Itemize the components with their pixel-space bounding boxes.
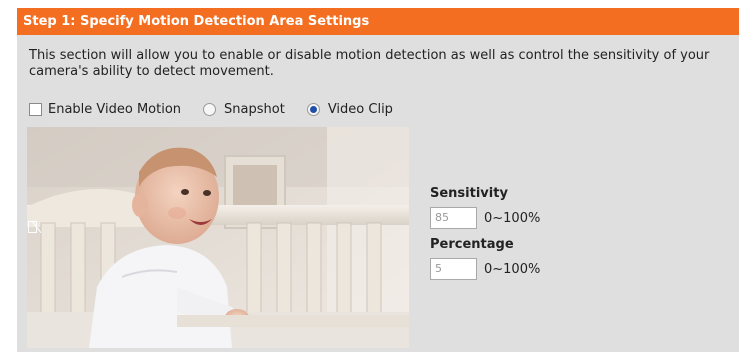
enable-video-motion-checkbox[interactable] <box>29 102 42 116</box>
enable-video-motion-option[interactable]: Enable Video Motion <box>29 102 181 117</box>
sensitivity-range: 0~100% <box>484 210 541 226</box>
snapshot-label: Snapshot <box>224 101 285 117</box>
motion-options: Enable Video Motion Snapshot Video Clip <box>29 100 415 118</box>
sensitivity-label: Sensitivity <box>430 186 508 201</box>
motion-settings: Sensitivity 85 0~100% Percentage 5 0~100… <box>430 186 540 288</box>
video-clip-radio[interactable] <box>306 102 320 116</box>
sensitivity-input[interactable]: 85 <box>430 207 477 229</box>
percentage-row: 5 0~100% <box>430 258 540 280</box>
video-clip-label: Video Clip <box>327 101 393 117</box>
sensitivity-row: 85 0~100% <box>430 207 540 229</box>
motion-detection-panel: Step 1: Specify Motion Detection Area Se… <box>17 8 739 352</box>
motion-detection-area-image[interactable] <box>27 127 409 348</box>
snapshot-radio[interactable] <box>203 102 217 116</box>
percentage-range: 0~100% <box>484 261 541 277</box>
video-clip-option[interactable]: Video Clip <box>306 101 393 117</box>
camera-preview-picture <box>27 127 409 348</box>
percentage-label: Percentage <box>430 237 514 252</box>
section-description: This section will allow you to enable or… <box>29 48 710 79</box>
detection-area-marker[interactable] <box>28 221 37 233</box>
snapshot-option[interactable]: Snapshot <box>203 102 285 117</box>
section-header: Step 1: Specify Motion Detection Area Se… <box>17 8 739 35</box>
radio-selected-dot <box>309 105 317 113</box>
percentage-input[interactable]: 5 <box>430 258 477 280</box>
enable-video-motion-label: Enable Video Motion <box>48 101 182 117</box>
